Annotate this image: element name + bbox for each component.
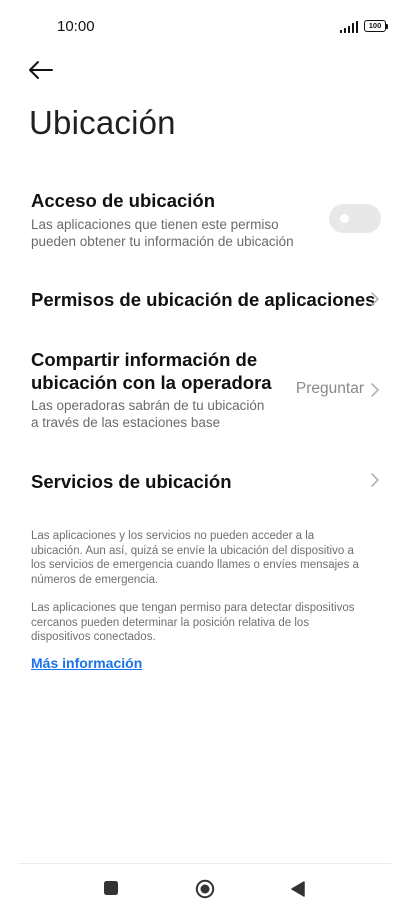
toggle-knob xyxy=(340,214,349,223)
triangle-back-icon xyxy=(291,881,305,897)
recents-square-icon[interactable] xyxy=(104,881,118,895)
nearby-devices-footnote: Las aplicaciones que tengan permiso para… xyxy=(31,601,386,645)
emergency-footnote: Las aplicaciones y los servicios no pued… xyxy=(31,529,386,587)
nav-back-triangle-icon[interactable] xyxy=(290,880,306,898)
nav-divider xyxy=(18,863,391,864)
chevron-right-icon xyxy=(371,473,379,487)
footnote-line: Las aplicaciones que tengan permiso para… xyxy=(31,602,355,614)
signal-icon xyxy=(340,21,360,33)
battery-icon: 100 xyxy=(364,20,386,32)
battery-tip xyxy=(386,23,388,29)
page-title: Ubicación xyxy=(29,104,176,141)
carrier-sharing-value: Preguntar xyxy=(295,380,364,397)
footnote-line: Las aplicaciones y los servicios no pued… xyxy=(31,530,315,542)
carrier-sharing-subtitle-line2: a través de las estaciones base xyxy=(31,415,221,430)
carrier-sharing-title-line1: Compartir información de xyxy=(31,349,258,370)
footnote-line: cercanos pueden determinar la posición r… xyxy=(31,616,310,629)
back-button[interactable] xyxy=(27,58,55,82)
home-circle-icon[interactable] xyxy=(195,879,215,899)
footnote-line: ubicación. Aun así, quizá se envíe la ub… xyxy=(31,544,354,557)
status-time: 10:00 xyxy=(57,18,95,35)
footnote-line: números de emergencia. xyxy=(31,573,159,586)
circle-home-icon xyxy=(195,879,215,899)
footnote-line: los servicios de emergencia cuando llame… xyxy=(31,559,359,572)
chevron-right-icon xyxy=(371,383,379,397)
location-access-subtitle-line2: pueden obtener tu información de ubicaci… xyxy=(31,234,294,249)
location-access-subtitle-line1: Las aplicaciones que tienen este permiso xyxy=(31,217,279,232)
app-permissions-title: Permisos de ubicación de aplicaciones xyxy=(31,289,376,310)
chevron-right-icon xyxy=(371,292,379,306)
more-info-link[interactable]: Más información xyxy=(31,655,142,671)
arrow-left-icon xyxy=(29,61,53,79)
location-access-toggle[interactable] xyxy=(329,204,381,233)
carrier-sharing-subtitle-line1: Las operadoras sabrán de tu ubicación xyxy=(31,398,265,413)
location-services-title: Servicios de ubicación xyxy=(31,471,232,492)
location-access-title: Acceso de ubicación xyxy=(31,190,216,211)
status-bar: 10:00 100 xyxy=(0,0,411,54)
carrier-sharing-title-line2: ubicación con la operadora xyxy=(31,372,272,393)
footnote-line: dispositivos conectados. xyxy=(31,631,156,644)
battery-level: 100 xyxy=(368,21,382,30)
